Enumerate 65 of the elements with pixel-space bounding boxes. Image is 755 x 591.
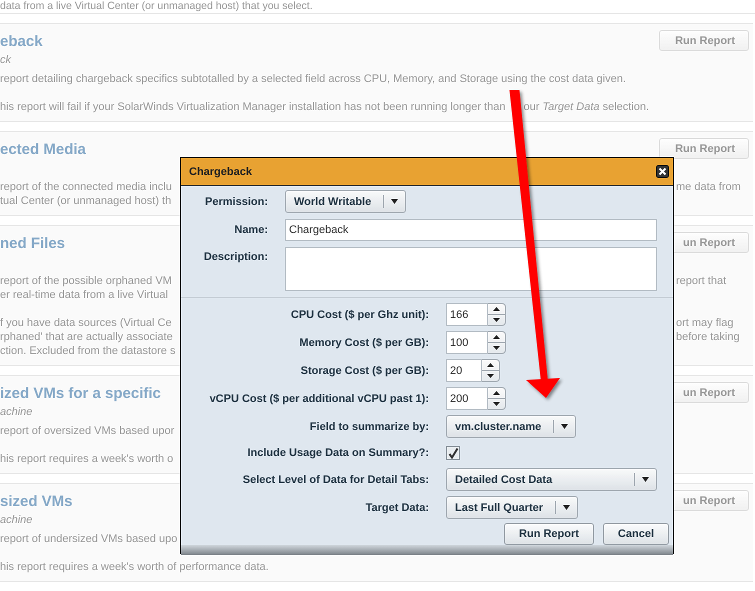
field-label: Target Data:	[364, 500, 429, 514]
report-description: me data from	[676, 181, 741, 193]
report-description: report of oversized VMs based upor	[0, 425, 174, 437]
number-field[interactable]: 20	[446, 359, 482, 382]
down-arrow-icon	[493, 318, 500, 322]
field-label: Memory Cost ($ per GB):	[298, 336, 429, 350]
field-label: Storage Cost ($ per GB):	[300, 364, 429, 378]
dialog-title: Chargeback	[189, 166, 252, 178]
dropdown[interactable]: Detailed Cost Data	[446, 468, 657, 491]
field-label: vCPU Cost ($ per additional vCPU past 1):	[208, 392, 429, 406]
report-description: report that	[676, 275, 726, 287]
report-description: report detailing chargeback specifics subtotalled by a selected field across CPU, Memory, and Storage using the cost data given.	[0, 73, 626, 85]
close-button[interactable]	[656, 165, 669, 178]
report-category: ck	[0, 54, 11, 66]
report-title: sized VMs	[0, 493, 73, 510]
report-description: ction. Excluded from the datastore s	[0, 345, 176, 357]
up-arrow-icon	[493, 335, 500, 339]
caret-icon	[561, 424, 568, 429]
report-description: data from a live Virtual Center (or unmanaged host) that you select.	[0, 0, 313, 12]
report-description: er real-time data from a live Virtual	[0, 289, 168, 301]
report-description: report of the possible orphaned VM	[0, 275, 172, 287]
dialog-button[interactable]: Cancel	[602, 523, 669, 545]
dialog-button[interactable]: Run Report	[504, 523, 594, 545]
up-arrow-icon	[493, 307, 500, 311]
dropdown[interactable]: Last Full Quarter	[446, 496, 578, 519]
report-description: his report requires a week's worth of performance data.	[0, 561, 269, 573]
report-category: achine	[0, 406, 32, 418]
report-description: before taking	[676, 331, 740, 343]
field-label: Field to summarize by:	[308, 420, 429, 434]
checkbox[interactable]	[446, 446, 460, 460]
field-label: CPU Cost ($ per Ghz unit):	[290, 308, 429, 322]
caret-icon	[391, 199, 398, 204]
report-title: ned Files	[0, 235, 66, 252]
dropdown[interactable]: World Writable	[285, 190, 406, 213]
down-arrow-icon	[493, 346, 500, 350]
number-field[interactable]: 100	[446, 331, 488, 354]
report-description: f you have data sources (Virtual Ce	[0, 317, 172, 329]
report-description: his report will fail if your SolarWinds Virtualization Manager installation has not been running longer than	[0, 101, 506, 113]
report-description: report of undersized VMs based upo	[0, 533, 178, 545]
field-label: Permission:	[204, 194, 268, 208]
report-title: ized VMs for a specific	[0, 385, 161, 402]
report-description: rphaned' that are actually associate	[0, 331, 173, 343]
checkmark-icon	[448, 448, 458, 458]
report-title: eback	[0, 33, 43, 50]
dropdown[interactable]: vm.cluster.name	[446, 415, 576, 438]
report-description: his report requires a week's worth o	[0, 453, 174, 465]
field-label: Select Level of Data for Detail Tabs:	[242, 472, 429, 486]
field-label: Name:	[233, 223, 268, 237]
number-field[interactable]: 200	[446, 387, 488, 410]
caret-icon	[563, 505, 570, 510]
field-label: Include Usage Data on Summary?:	[246, 446, 429, 460]
report-description: ort may flag	[676, 317, 734, 329]
name-field[interactable]: Chargeback	[285, 219, 657, 241]
number-field[interactable]: 166	[446, 303, 488, 326]
report-description: report of the connected media inclu	[0, 181, 172, 193]
report-category: achine	[0, 514, 32, 526]
up-arrow-icon	[487, 363, 494, 367]
down-arrow-icon	[493, 402, 500, 406]
report-description: our Target Data selection.	[523, 101, 650, 113]
down-arrow-icon	[487, 374, 494, 378]
up-arrow-icon	[493, 391, 500, 395]
field-label: Description:	[202, 250, 268, 264]
report-description: tual Center (or unmanaged host) th	[0, 195, 172, 207]
description-field[interactable]	[285, 247, 657, 291]
report-title: ected Media	[0, 141, 86, 158]
